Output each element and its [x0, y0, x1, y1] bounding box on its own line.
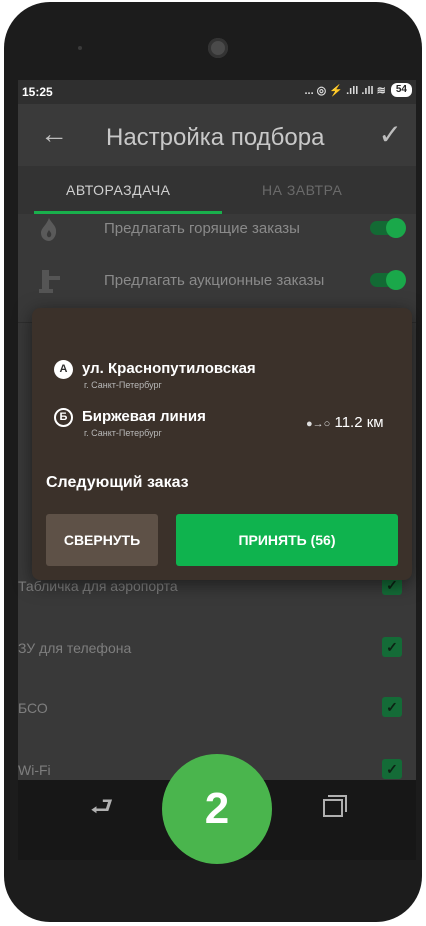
status-bar: 15:25 ... ◎ ⚡ .ıll .ıll ≋ 54 — [18, 80, 416, 104]
page-title: Настройка подбора — [106, 124, 325, 151]
accept-order-button[interactable]: ПРИНЯТЬ (56) — [176, 514, 398, 566]
nav-recent-apps-icon[interactable] — [322, 794, 348, 818]
toggle-hot-orders[interactable] — [370, 218, 406, 238]
gavel-icon — [38, 268, 64, 294]
nav-back-icon[interactable]: ⮐ — [90, 788, 113, 832]
option-label-wifi: Wi-Fi — [18, 762, 51, 778]
dialog-heading: Следующий заказ — [46, 474, 189, 491]
speaker — [78, 46, 82, 50]
checkbox-bso[interactable]: ✓ — [382, 697, 402, 717]
app-bar: ← Настройка подбора ✓ — [18, 104, 416, 166]
setting-label-hot-orders: Предлагать горящие заказы — [104, 220, 300, 237]
checkmark-icon[interactable]: ✓ — [379, 118, 402, 151]
option-label-bso: БСО — [18, 700, 48, 716]
dropoff-address: Биржевая линия — [82, 408, 206, 425]
front-camera — [208, 38, 228, 58]
tab-bar: АВТОРАЗДАЧА НА ЗАВТРА — [18, 166, 416, 214]
tab-tomorrow[interactable]: НА ЗАВТРА — [262, 182, 342, 198]
pickup-marker-icon: А — [54, 360, 73, 379]
fire-icon — [38, 216, 64, 242]
route-distance: ●→○ 11.2 км — [306, 414, 384, 431]
toggle-auction-orders[interactable] — [370, 270, 406, 290]
option-label-airport-sign: Табличка для аэропорта — [18, 578, 178, 594]
tab-autodistribution[interactable]: АВТОРАЗДАЧА — [66, 182, 170, 198]
option-label-phone-charger: ЗУ для телефона — [18, 640, 132, 656]
arrow-left-icon[interactable]: ← — [40, 118, 68, 150]
step-badge: 2 — [162, 754, 272, 864]
battery-icon: 54 — [390, 83, 412, 97]
distance-value: 11.2 км — [334, 414, 384, 431]
checkbox-phone-charger[interactable]: ✓ — [382, 637, 402, 657]
active-tab-indicator — [34, 211, 222, 214]
next-order-dialog: А ул. Краснопутиловская г. Санкт-Петербу… — [32, 308, 412, 580]
status-indicators: ... ◎ ⚡ .ıll .ıll ≋ — [304, 84, 386, 97]
collapse-button[interactable]: СВЕРНУТЬ — [46, 514, 158, 566]
pickup-address: ул. Краснопутиловская — [82, 360, 256, 377]
status-time: 15:25 — [22, 85, 53, 99]
setting-label-auction-orders: Предлагать аукционные заказы — [104, 272, 325, 289]
route-icon: ●→○ — [306, 418, 331, 430]
status-icons: ... ◎ ⚡ .ıll .ıll ≋ 54 — [304, 83, 412, 97]
pickup-city: г. Санкт-Петербург — [84, 380, 162, 390]
dropoff-marker-icon: Б — [54, 408, 73, 427]
dropoff-city: г. Санкт-Петербург — [84, 428, 162, 438]
checkbox-wifi[interactable]: ✓ — [382, 759, 402, 779]
